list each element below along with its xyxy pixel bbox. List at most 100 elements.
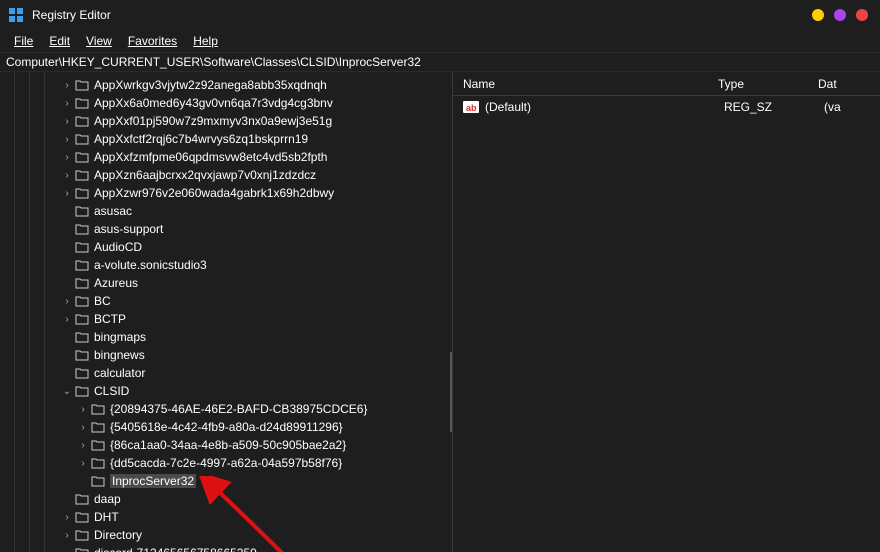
chevron-right-icon[interactable]: › xyxy=(76,404,90,415)
folder-icon xyxy=(74,510,90,524)
tree-panel[interactable]: ›AppXwrkgv3vjytw2z92anega8abb35xqdnqh›Ap… xyxy=(0,72,452,552)
folder-icon xyxy=(74,204,90,218)
address-bar[interactable]: Computer\HKEY_CURRENT_USER\Software\Clas… xyxy=(0,52,880,72)
window-title: Registry Editor xyxy=(32,8,111,22)
value-type: REG_SZ xyxy=(724,100,824,114)
chevron-right-icon[interactable]: › xyxy=(60,530,74,541)
scrollbar[interactable] xyxy=(450,352,452,432)
minimize-button[interactable] xyxy=(812,9,824,21)
tree-item[interactable]: a-volute.sonicstudio3 xyxy=(0,256,452,274)
tree-item-label: asus-support xyxy=(94,222,163,236)
tree-item-label: {5405618e-4c42-4fb9-a80a-d24d89911296} xyxy=(110,420,343,434)
tree-item[interactable]: Azureus xyxy=(0,274,452,292)
tree-item-label: InprocServer32 xyxy=(110,474,196,488)
folder-icon xyxy=(74,240,90,254)
folder-icon xyxy=(74,384,90,398)
folder-icon xyxy=(74,168,90,182)
chevron-right-icon[interactable]: › xyxy=(60,314,74,325)
folder-icon xyxy=(74,114,90,128)
tree-item-label: {20894375-46AE-46E2-BAFD-CB38975CDCE6} xyxy=(110,402,368,416)
chevron-right-icon[interactable]: › xyxy=(60,98,74,109)
tree-item[interactable]: ⌄CLSID xyxy=(0,382,452,400)
chevron-right-icon[interactable]: › xyxy=(76,440,90,451)
folder-icon xyxy=(74,186,90,200)
folder-icon xyxy=(74,96,90,110)
folder-icon xyxy=(90,438,106,452)
value-row[interactable]: ab (Default)REG_SZ(va xyxy=(453,96,880,118)
value-name: (Default) xyxy=(485,100,724,114)
chevron-right-icon[interactable]: › xyxy=(60,188,74,199)
folder-icon xyxy=(90,474,106,488)
folder-icon xyxy=(74,366,90,380)
tree-item[interactable]: › AppXzwr976v2e060wada4gabrk1x69h2dbwy xyxy=(0,184,452,202)
tree-item[interactable]: › AppXxfzmfpme06qpdmsvw8etc4vd5sb2fpth xyxy=(0,148,452,166)
tree-item-label: AppXxfzmfpme06qpdmsvw8etc4vd5sb2fpth xyxy=(94,150,327,164)
tree-item-label: Directory xyxy=(94,528,142,542)
registry-tree[interactable]: ›AppXwrkgv3vjytw2z92anega8abb35xqdnqh›Ap… xyxy=(0,72,452,552)
tree-item[interactable]: › AppXwrkgv3vjytw2z92anega8abb35xqdnqh xyxy=(0,76,452,94)
folder-icon xyxy=(74,276,90,290)
folder-icon xyxy=(74,330,90,344)
tree-item[interactable]: › {5405618e-4c42-4fb9-a80a-d24d89911296} xyxy=(0,418,452,436)
menu-file[interactable]: File xyxy=(6,32,41,50)
tree-item[interactable]: ›AppXxfctf2rqj6c7b4wrvys6zq1bskprrn19 xyxy=(0,130,452,148)
tree-item[interactable]: InprocServer32 xyxy=(0,472,452,490)
tree-item-label: {dd5cacda-7c2e-4997-a62a-04a597b58f76} xyxy=(110,456,342,470)
chevron-right-icon[interactable]: › xyxy=(60,152,74,163)
tree-item-label: AppXwrkgv3vjytw2z92anega8abb35xqdnqh xyxy=(94,78,327,92)
chevron-right-icon[interactable]: › xyxy=(60,134,74,145)
folder-icon xyxy=(74,546,90,552)
tree-item-label: asusac xyxy=(94,204,132,218)
column-type[interactable]: Type xyxy=(718,77,818,91)
string-value-icon: ab xyxy=(463,100,479,114)
close-button[interactable] xyxy=(856,9,868,21)
folder-icon xyxy=(74,78,90,92)
tree-item[interactable]: asus-support xyxy=(0,220,452,238)
folder-icon xyxy=(74,528,90,542)
column-data[interactable]: Dat xyxy=(818,77,880,91)
menu-view[interactable]: View xyxy=(78,32,120,50)
folder-icon xyxy=(74,132,90,146)
column-name[interactable]: Name xyxy=(453,77,718,91)
tree-item[interactable]: discord-712465656758665259 xyxy=(0,544,452,552)
tree-item[interactable]: ›AppXxf01pj590w7z9mxmyv3nx0a9ewj3e51g xyxy=(0,112,452,130)
window-controls xyxy=(812,9,872,21)
tree-item[interactable]: bingnews xyxy=(0,346,452,364)
chevron-right-icon[interactable]: › xyxy=(76,422,90,433)
menu-favorites[interactable]: Favorites xyxy=(120,32,185,50)
app-icon xyxy=(8,7,24,23)
tree-item[interactable]: ›BCTP xyxy=(0,310,452,328)
chevron-right-icon[interactable]: › xyxy=(60,116,74,127)
tree-item[interactable]: › {20894375-46AE-46E2-BAFD-CB38975CDCE6} xyxy=(0,400,452,418)
tree-item[interactable]: ›AppXzn6aajbcrxx2qvxjawp7v0xnj1zdzdcz xyxy=(0,166,452,184)
tree-item-label: {86ca1aa0-34aa-4e8b-a509-50c905bae2a2} xyxy=(110,438,346,452)
tree-item-label: AudioCD xyxy=(94,240,142,254)
chevron-right-icon[interactable]: › xyxy=(60,170,74,181)
chevron-right-icon[interactable]: › xyxy=(60,296,74,307)
values-header[interactable]: Name Type Dat xyxy=(453,72,880,96)
folder-icon xyxy=(90,402,106,416)
menu-edit[interactable]: Edit xyxy=(41,32,78,50)
tree-item-label: calculator xyxy=(94,366,145,380)
chevron-right-icon[interactable]: › xyxy=(76,458,90,469)
tree-item[interactable]: asusac xyxy=(0,202,452,220)
tree-item[interactable]: ›BC xyxy=(0,292,452,310)
chevron-right-icon[interactable]: › xyxy=(60,512,74,523)
chevron-right-icon[interactable]: › xyxy=(60,80,74,91)
chevron-down-icon[interactable]: ⌄ xyxy=(60,386,74,397)
menu-help[interactable]: Help xyxy=(185,32,226,50)
tree-item[interactable]: calculator xyxy=(0,364,452,382)
tree-item[interactable]: bingmaps xyxy=(0,328,452,346)
titlebar: Registry Editor xyxy=(0,0,880,30)
tree-item[interactable]: › DHT xyxy=(0,508,452,526)
tree-item-label: AppXzwr976v2e060wada4gabrk1x69h2dbwy xyxy=(94,186,334,200)
tree-item[interactable]: › Directory xyxy=(0,526,452,544)
tree-item[interactable]: daap xyxy=(0,490,452,508)
tree-item[interactable]: › {dd5cacda-7c2e-4997-a62a-04a597b58f76} xyxy=(0,454,452,472)
tree-item[interactable]: AudioCD xyxy=(0,238,452,256)
maximize-button[interactable] xyxy=(834,9,846,21)
tree-item-label: DHT xyxy=(94,510,119,524)
tree-item[interactable]: ›AppXx6a0med6y43gv0vn6qa7r3vdg4cg3bnv xyxy=(0,94,452,112)
value-data: (va xyxy=(824,100,841,114)
tree-item[interactable]: › {86ca1aa0-34aa-4e8b-a509-50c905bae2a2} xyxy=(0,436,452,454)
